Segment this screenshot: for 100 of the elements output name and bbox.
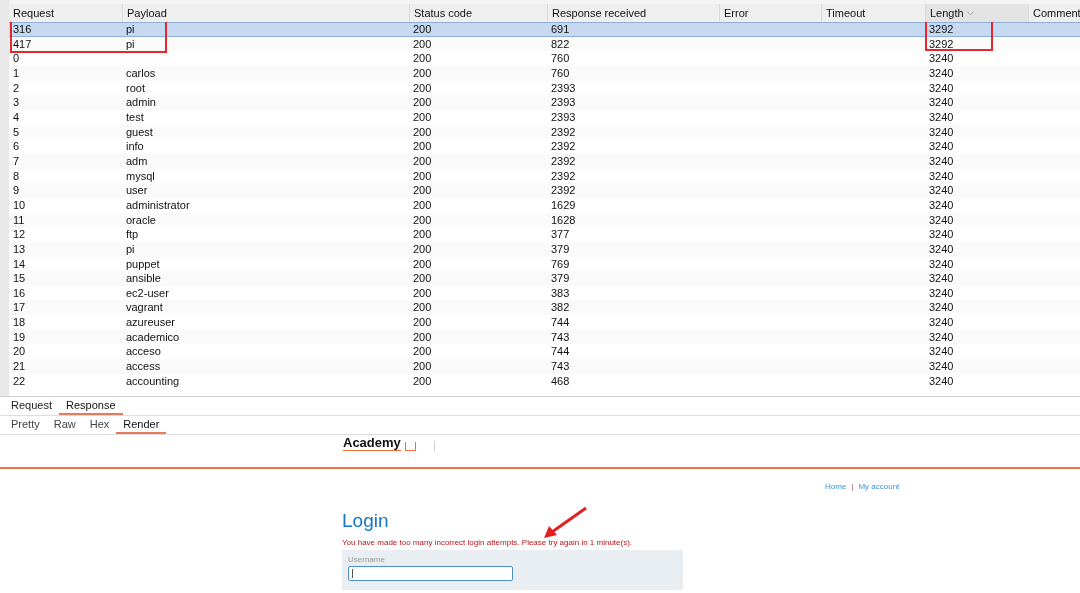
table-cell: 16	[13, 285, 26, 301]
table-cell: 3240	[929, 329, 954, 345]
table-cell: 200	[413, 139, 432, 154]
table-cell: 0	[13, 51, 20, 66]
table-cell: puppet	[126, 256, 160, 272]
table-cell: 7	[13, 153, 20, 169]
table-cell: 8	[13, 168, 20, 184]
table-cell: 3240	[929, 95, 954, 110]
table-cell: 200	[413, 212, 432, 228]
table-cell: 200	[413, 153, 432, 169]
table-row[interactable]: 15 ansible 200 379 3240	[9, 271, 1080, 286]
table-cell: 3240	[929, 315, 954, 330]
view-tab[interactable]: Raw	[46, 416, 83, 434]
view-tab[interactable]: Hex	[82, 416, 117, 434]
table-cell: academico	[126, 329, 180, 345]
table-cell: access	[126, 359, 161, 374]
table-cell: accounting	[126, 373, 180, 389]
table-cell: 3240	[929, 271, 954, 286]
table-cell: 468	[551, 373, 570, 389]
table-cell: 3240	[929, 168, 954, 184]
table-cell: 3292	[929, 36, 954, 52]
table-cell: azureuser	[126, 315, 175, 330]
table-cell: 14	[13, 256, 26, 272]
table-cell: 200	[413, 256, 432, 272]
table-cell: 200	[413, 315, 432, 330]
table-cell: 2392	[551, 168, 576, 184]
table-cell: 200	[413, 285, 432, 301]
table-cell: 3240	[929, 256, 954, 272]
table-cell: 200	[413, 344, 432, 360]
table-cell: root	[126, 80, 145, 96]
table-row[interactable]: 3 admin 200 2393 3240	[9, 95, 1080, 110]
nav-separator: |	[851, 482, 854, 491]
table-cell: 17	[13, 300, 26, 316]
table-cell: carlos	[126, 65, 156, 81]
table-cell: 379	[551, 271, 570, 286]
table-cell: 18	[13, 315, 26, 330]
table-cell: adm	[126, 153, 148, 169]
sort-caret-icon	[966, 10, 974, 16]
table-cell: 3240	[929, 241, 954, 257]
table-row[interactable]: 9 user 200 2392 3240	[9, 183, 1080, 198]
message-tab[interactable]: Request	[4, 397, 59, 415]
table-cell: 760	[551, 51, 570, 66]
table-cell: 200	[413, 227, 432, 242]
table-cell: 200	[413, 22, 432, 37]
table-cell: 200	[413, 197, 432, 213]
table-cell: 3240	[929, 197, 954, 213]
table-cell: test	[126, 109, 144, 125]
column-header[interactable]: Request	[9, 4, 122, 22]
table-cell: 12	[13, 227, 26, 242]
view-tab[interactable]: Pretty	[4, 416, 47, 434]
table-cell: 3240	[929, 300, 954, 316]
nav-link[interactable]: My account	[858, 482, 900, 491]
error-message: You have made too many incorrect login attempts. Please try again in 1 minute(s).	[342, 538, 634, 547]
table-cell: 3240	[929, 139, 954, 154]
table-cell: 2393	[551, 80, 576, 96]
table-cell: oracle	[126, 212, 156, 228]
table-cell: 3240	[929, 183, 954, 198]
table-cell: 3240	[929, 65, 954, 81]
table-cell: 744	[551, 344, 570, 360]
table-cell: 3240	[929, 124, 954, 140]
table-cell: 3240	[929, 227, 954, 242]
table-cell: 316	[13, 22, 32, 37]
table-cell: 3240	[929, 359, 954, 374]
table-cell: 2392	[551, 124, 576, 140]
table-cell: mysql	[126, 168, 155, 184]
table-cell: 3240	[929, 109, 954, 125]
table-cell: 2392	[551, 153, 576, 169]
nav-link[interactable]: Home	[825, 482, 847, 491]
table-cell: 200	[413, 51, 432, 66]
table-cell: 200	[413, 36, 432, 52]
table-cell: 822	[551, 36, 570, 52]
table-cell: 10	[13, 197, 26, 213]
table-row[interactable]: 316 pi 200 691 3292	[9, 22, 1080, 37]
table-cell: 691	[551, 22, 570, 37]
table-cell: 3292	[929, 22, 954, 37]
table-cell: guest	[126, 124, 153, 140]
table-cell: 377	[551, 227, 570, 242]
table-cell: 383	[551, 285, 570, 301]
table-cell: 200	[413, 168, 432, 184]
page-heading: Login	[342, 510, 389, 532]
table-cell: 19	[13, 329, 26, 345]
column-header[interactable]: Length	[925, 4, 1028, 22]
table-cell: 200	[413, 80, 432, 96]
table-cell: 769	[551, 256, 570, 272]
table-cell: administrator	[126, 197, 190, 213]
table-cell: 3240	[929, 212, 954, 228]
table-cell: 3	[13, 95, 20, 110]
logo-text: Academy	[343, 435, 401, 450]
table-cell: 1628	[551, 212, 576, 228]
table-row[interactable]: 17 vagrant 200 382 3240	[9, 300, 1080, 316]
table-cell: ansible	[126, 271, 161, 286]
table-cell: 6	[13, 139, 20, 154]
table-row[interactable]: 21 access 200 743 3240	[9, 359, 1080, 374]
table-cell: 200	[413, 65, 432, 81]
table-cell: 3240	[929, 153, 954, 169]
table-cell: ftp	[126, 227, 139, 242]
table-cell: pi	[126, 22, 135, 37]
table-cell: 2393	[551, 95, 576, 110]
username-field[interactable]	[348, 566, 513, 581]
table-cell: 1629	[551, 197, 576, 213]
